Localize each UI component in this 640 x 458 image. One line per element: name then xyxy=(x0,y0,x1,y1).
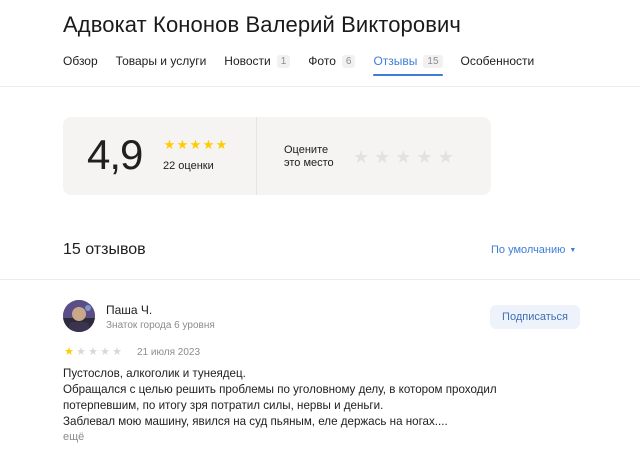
tab-news[interactable]: Новости 1 xyxy=(224,54,291,68)
tab-label: Особенности xyxy=(460,54,535,68)
rate-star-icon[interactable]: ★ xyxy=(438,148,454,166)
star-icon: ★ xyxy=(64,346,74,358)
avatar[interactable] xyxy=(63,300,95,332)
subscribe-button[interactable]: Подписаться xyxy=(490,305,580,329)
review-rating-stars: ★ ★ ★ ★ ★ xyxy=(63,347,123,358)
rate-prompt-line: Оцените xyxy=(284,144,329,156)
tab-label: Товары и услуги xyxy=(115,54,207,68)
rating-stars: ★ ★ ★ ★ ★ xyxy=(163,138,228,151)
star-icon: ★ xyxy=(100,346,110,358)
card-divider xyxy=(256,117,257,195)
section-divider xyxy=(0,279,640,280)
review-text-line: Обращался с целью решить проблемы по уго… xyxy=(63,383,497,396)
star-icon: ★ xyxy=(88,346,98,358)
rating-score: 4,9 xyxy=(87,131,143,178)
rating-summary-card: 4,9 ★ ★ ★ ★ ★ 22 оценки Оцените это место ★ … xyxy=(63,117,491,195)
caret-down-icon: ▼ xyxy=(569,246,577,254)
tab-reviews[interactable]: Отзывы 15 xyxy=(373,54,443,76)
rate-prompt: Оцените это место xyxy=(284,144,334,170)
tabs-bar: Обзор Товары и услуги Новости 1 Фото 6 О… xyxy=(63,52,552,76)
rate-star-icon[interactable]: ★ xyxy=(395,148,411,166)
star-icon: ★ xyxy=(163,137,176,152)
rate-star-icon[interactable]: ★ xyxy=(416,148,432,166)
author-level: Знаток города 6 уровня xyxy=(106,320,215,331)
review-text-line: потерпевшим, по итогу зря потратил силы,… xyxy=(63,399,384,412)
star-icon: ★ xyxy=(189,137,202,152)
star-icon: ★ xyxy=(202,137,215,152)
star-icon: ★ xyxy=(76,346,86,358)
tab-count-badge: 1 xyxy=(276,54,291,68)
sort-dropdown[interactable]: По умолчанию ▼ xyxy=(491,244,576,256)
tabs-divider xyxy=(0,86,640,87)
tab-label: Фото xyxy=(308,54,336,68)
tab-overview[interactable]: Обзор xyxy=(63,54,98,68)
show-more-link[interactable]: ещё xyxy=(63,431,84,443)
rate-stars-input: ★ ★ ★ ★ ★ xyxy=(353,148,454,166)
tab-count-badge: 15 xyxy=(423,54,443,68)
page-title: Адвокат Кононов Валерий Викторович xyxy=(63,12,461,37)
rate-star-icon[interactable]: ★ xyxy=(353,148,369,166)
sort-label: По умолчанию xyxy=(491,244,566,256)
review-date: 21 июля 2023 xyxy=(137,347,201,358)
star-icon: ★ xyxy=(215,137,228,152)
rate-star-icon[interactable]: ★ xyxy=(374,148,390,166)
tab-features[interactable]: Особенности xyxy=(461,54,535,68)
tab-label: Новости xyxy=(224,54,271,68)
tab-label: Отзывы xyxy=(373,54,418,68)
ratings-count: 22 оценки xyxy=(163,160,214,172)
rate-prompt-line: это место xyxy=(284,157,334,169)
tab-label: Обзор xyxy=(63,54,98,68)
reviews-heading: 15 отзывов xyxy=(63,241,146,258)
star-icon: ★ xyxy=(176,137,189,152)
star-icon: ★ xyxy=(112,346,122,358)
review-text-line: Заблевал мою машину, явился на суд пьяны… xyxy=(63,415,448,428)
review-text-line: Пустослов, алкоголик и тунеядец. xyxy=(63,367,246,380)
avatar-photo xyxy=(63,300,95,332)
review-text: Пустослов, алкоголик и тунеядец. Обращал… xyxy=(63,366,583,430)
tab-count-badge: 6 xyxy=(341,54,356,68)
tab-photos[interactable]: Фото 6 xyxy=(308,54,356,68)
review-author[interactable]: Паша Ч. xyxy=(106,303,152,317)
tab-products-services[interactable]: Товары и услуги xyxy=(116,54,207,68)
